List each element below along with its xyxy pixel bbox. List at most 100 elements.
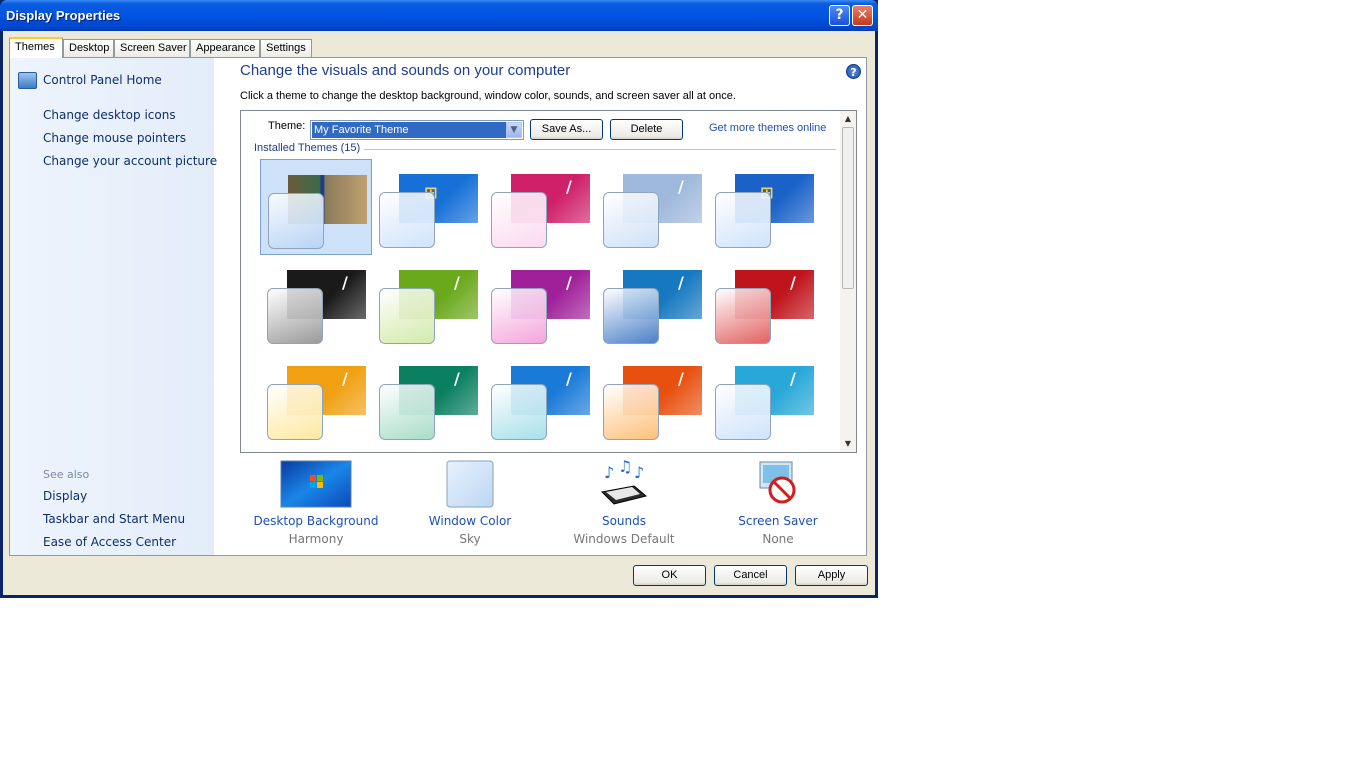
- theme-thumbnail[interactable]: [260, 159, 372, 255]
- change-mouse-pointers-link[interactable]: Change mouse pointers: [43, 131, 186, 145]
- themes-panel: Control Panel Home Change desktop icons …: [9, 57, 867, 556]
- flare-icon: /: [342, 369, 348, 388]
- theme-thumbnail[interactable]: /: [484, 351, 596, 447]
- theme-thumbnail[interactable]: ⊞: [372, 159, 484, 255]
- sounds-option[interactable]: ♪ ♫ ♪ Sounds Windows Default: [549, 457, 699, 546]
- theme-thumbnail[interactable]: /: [484, 159, 596, 255]
- display-properties-window: Display Properties ? ✕ Themes Desktop Sc…: [0, 0, 878, 598]
- flare-icon: /: [566, 369, 572, 388]
- theme-label: Theme:: [268, 120, 306, 132]
- theme-thumbnail[interactable]: /: [260, 255, 372, 351]
- screen-saver-value: None: [762, 532, 794, 546]
- window-color-option[interactable]: Window Color Sky: [395, 460, 545, 546]
- theme-glass-preview: [267, 288, 323, 344]
- tab-screen-saver[interactable]: Screen Saver: [114, 39, 190, 57]
- taskbar-start-menu-link[interactable]: Taskbar and Start Menu: [43, 512, 185, 526]
- window-color-label[interactable]: Window Color: [395, 514, 545, 528]
- window-color-icon: [395, 460, 545, 508]
- close-button[interactable]: ✕: [852, 5, 873, 26]
- flare-icon: /: [678, 177, 684, 196]
- theme-glass-preview: [603, 288, 659, 344]
- sounds-label[interactable]: Sounds: [549, 514, 699, 528]
- desktop-background-value: Harmony: [288, 532, 344, 546]
- cancel-button[interactable]: Cancel: [714, 565, 787, 586]
- scroll-down-icon[interactable]: ▼: [840, 436, 856, 452]
- theme-thumbnail[interactable]: /: [260, 351, 372, 447]
- window-color-value: Sky: [459, 532, 481, 546]
- apply-button[interactable]: Apply: [795, 565, 868, 586]
- flare-icon: /: [566, 177, 572, 196]
- chevron-down-icon[interactable]: ▼: [506, 122, 522, 138]
- theme-thumbnail[interactable]: /: [708, 351, 820, 447]
- tab-settings[interactable]: Settings: [260, 39, 312, 57]
- screen-saver-option[interactable]: Screen Saver None: [703, 460, 853, 546]
- theme-glass-preview: [379, 384, 435, 440]
- theme-glass-preview: [491, 288, 547, 344]
- tab-themes[interactable]: Themes: [9, 37, 63, 58]
- theme-dropdown-value: My Favorite Theme: [312, 122, 506, 138]
- control-panel-icon: [18, 72, 37, 89]
- theme-thumbnail[interactable]: /: [708, 255, 820, 351]
- see-also-heading: See also: [43, 468, 90, 481]
- help-icon[interactable]: ?: [846, 64, 861, 79]
- theme-thumbnail[interactable]: /: [372, 351, 484, 447]
- page-heading: Change the visuals and sounds on your co…: [240, 62, 571, 79]
- tab-appearance[interactable]: Appearance: [190, 39, 260, 57]
- theme-thumbnail[interactable]: /: [596, 255, 708, 351]
- theme-thumbnail[interactable]: /: [372, 255, 484, 351]
- theme-glass-preview: [267, 384, 323, 440]
- themes-scrollbar[interactable]: ▲ ▼: [840, 111, 856, 452]
- control-panel-home-link[interactable]: Control Panel Home: [18, 72, 162, 89]
- help-button[interactable]: ?: [829, 5, 850, 26]
- get-more-themes-link[interactable]: Get more themes online: [709, 122, 826, 134]
- theme-glass-preview: [603, 192, 659, 248]
- theme-glass-preview: [379, 192, 435, 248]
- sounds-value: Windows Default: [573, 532, 675, 546]
- dialog-body: Themes Desktop Screen Saver Appearance S…: [3, 31, 875, 595]
- flare-icon: /: [790, 369, 796, 388]
- theme-thumbnail[interactable]: /: [596, 159, 708, 255]
- sounds-icon: ♪ ♫ ♪: [549, 457, 699, 508]
- scroll-thumb[interactable]: [842, 127, 854, 289]
- theme-thumbnail[interactable]: ⊞: [708, 159, 820, 255]
- page-subtitle: Click a theme to change the desktop back…: [240, 90, 736, 102]
- flare-icon: /: [454, 369, 460, 388]
- theme-glass-preview: [715, 384, 771, 440]
- flare-icon: /: [454, 273, 460, 292]
- left-navigation: Control Panel Home Change desktop icons …: [10, 58, 217, 555]
- change-account-picture-link[interactable]: Change your account picture: [43, 154, 217, 168]
- theme-dropdown[interactable]: My Favorite Theme ▼: [310, 120, 524, 140]
- desktop-background-label[interactable]: Desktop Background: [241, 514, 391, 528]
- theme-glass-preview: [268, 193, 324, 249]
- ease-of-access-link[interactable]: Ease of Access Center: [43, 535, 176, 549]
- delete-button[interactable]: Delete: [610, 119, 683, 140]
- tab-desktop[interactable]: Desktop: [63, 39, 114, 57]
- display-link[interactable]: Display: [43, 489, 87, 503]
- change-desktop-icons-link[interactable]: Change desktop icons: [43, 108, 176, 122]
- save-as-button[interactable]: Save As...: [530, 119, 603, 140]
- installed-themes-heading: Installed Themes (15): [254, 142, 365, 154]
- theme-thumbnail[interactable]: /: [484, 255, 596, 351]
- screen-saver-icon: [703, 460, 853, 508]
- flare-icon: /: [790, 273, 796, 292]
- flare-icon: /: [342, 273, 348, 292]
- scroll-up-icon[interactable]: ▲: [840, 111, 856, 127]
- theme-glass-preview: [491, 384, 547, 440]
- theme-glass-preview: [491, 192, 547, 248]
- theme-glass-preview: [603, 384, 659, 440]
- svg-text:♪: ♪: [634, 463, 644, 482]
- flare-icon: /: [678, 273, 684, 292]
- theme-glass-preview: [715, 288, 771, 344]
- themes-list-box: Theme: My Favorite Theme ▼ Save As... De…: [240, 110, 857, 453]
- control-panel-home-label: Control Panel Home: [43, 73, 162, 87]
- svg-text:♫: ♫: [618, 460, 632, 476]
- theme-thumbnail[interactable]: /: [596, 351, 708, 447]
- screen-saver-label[interactable]: Screen Saver: [703, 514, 853, 528]
- desktop-background-option[interactable]: Desktop Background Harmony: [241, 460, 391, 546]
- window-title: Display Properties: [6, 8, 121, 23]
- ok-button[interactable]: OK: [633, 565, 706, 586]
- title-bar[interactable]: Display Properties ? ✕: [0, 0, 878, 31]
- flare-icon: /: [678, 369, 684, 388]
- flare-icon: /: [566, 273, 572, 292]
- desktop-background-icon: [241, 460, 391, 508]
